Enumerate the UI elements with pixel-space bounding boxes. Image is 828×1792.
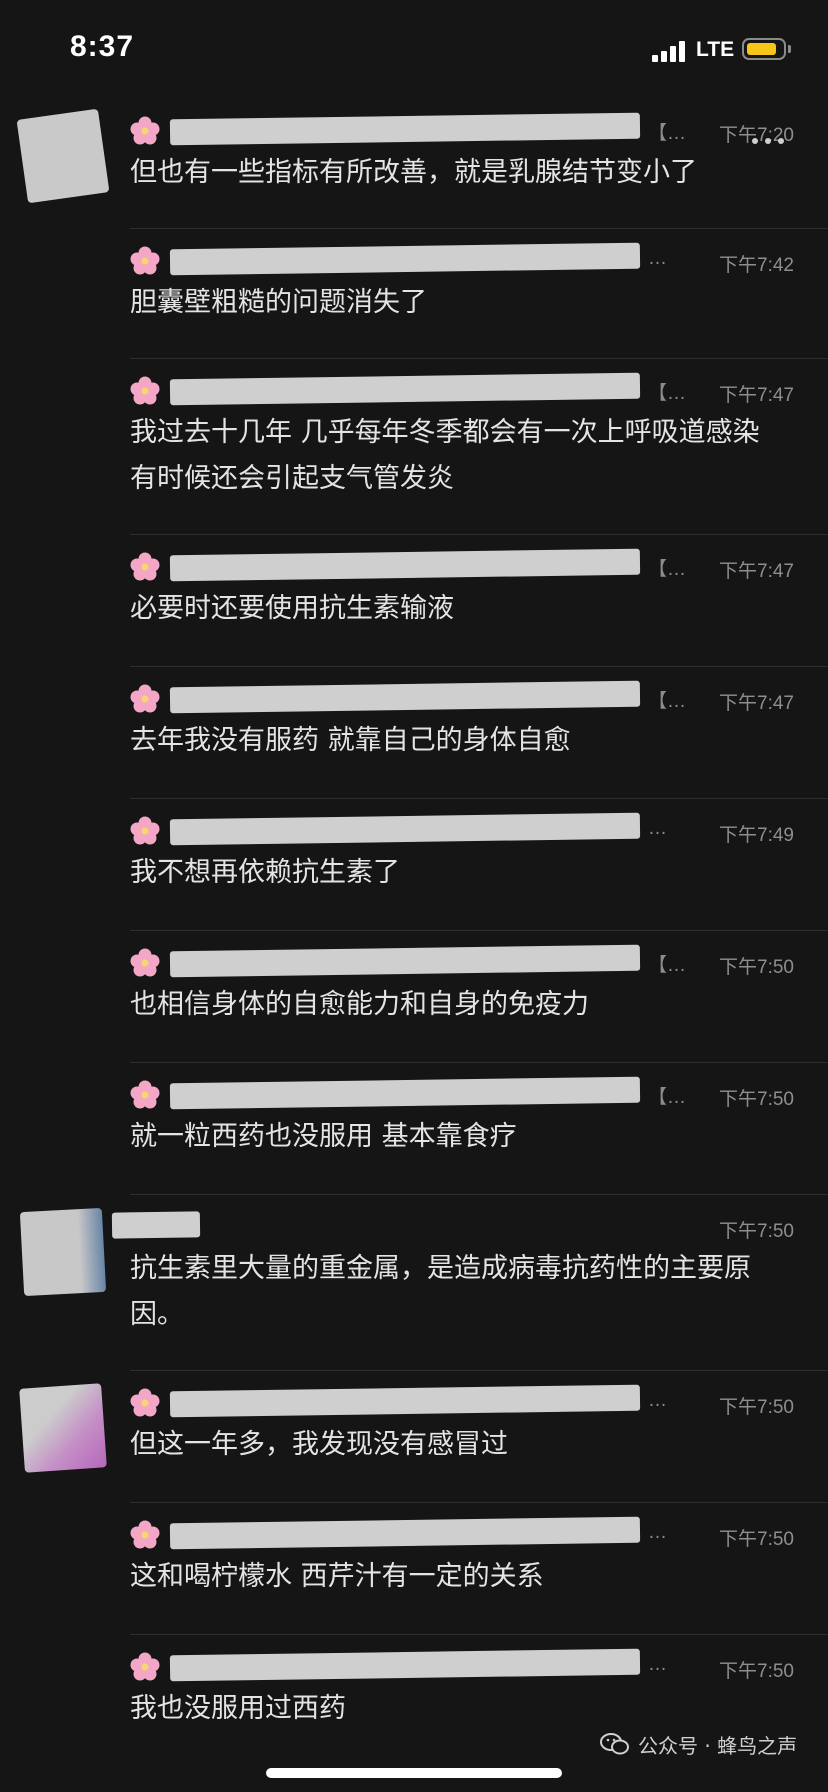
- cherry-blossom-icon: [130, 1520, 160, 1549]
- network-type: LTE: [696, 38, 735, 61]
- message-text: 我过去十几年 几乎每年冬季都会有一次上呼吸道感染 有时候还会引起支气管发炎: [130, 417, 760, 494]
- cellular-signal-icon: [652, 40, 688, 62]
- sender-name-redacted: [169, 1516, 641, 1550]
- cherry-blossom-icon: [130, 1388, 160, 1417]
- message-divider: [130, 1062, 828, 1063]
- message-divider: [130, 1502, 828, 1503]
- message-time: 下午7:50: [719, 957, 794, 978]
- message-divider: [130, 930, 828, 931]
- chat-message[interactable]: 【… 下午7:50 也相信身体的自愈能力和自身的免疫力: [0, 932, 828, 1064]
- status-bar: 8:37 LTE: [0, 0, 828, 100]
- more-options-icon[interactable]: [752, 138, 792, 148]
- message-divider: [130, 798, 828, 799]
- avatar[interactable]: [19, 1207, 107, 1297]
- message-time: 下午7:50: [719, 1221, 794, 1242]
- sender-name-redacted: [169, 372, 641, 406]
- chat-message[interactable]: … 下午7:50 但这一年多，我发现没有感冒过: [0, 1372, 828, 1504]
- message-divider: [130, 358, 828, 359]
- sender-name-suffix: …: [648, 818, 667, 839]
- sender-name-redacted: [169, 1384, 641, 1418]
- message-text: 这和喝柠檬水 西芹汁有一定的关系: [130, 1561, 544, 1592]
- message-divider: [130, 1634, 828, 1635]
- sender-name-suffix: …: [648, 1390, 667, 1411]
- message-time: 下午7:47: [719, 693, 794, 714]
- message-text: 必要时还要使用抗生素输液: [130, 593, 454, 624]
- message-time: 下午7:50: [719, 1529, 794, 1550]
- battery-icon: [742, 38, 786, 60]
- watermark-text: 公众号 · 蜂鸟之声: [638, 1734, 798, 1758]
- message-divider: [130, 666, 828, 667]
- message-time: 下午7:47: [719, 385, 794, 406]
- sender-name-redacted: [169, 944, 641, 978]
- wechat-icon: [600, 1733, 629, 1755]
- message-text: 也相信身体的自愈能力和自身的免疫力: [130, 989, 589, 1020]
- battery-level: [747, 43, 776, 55]
- sender-name-suffix: 【…: [648, 691, 687, 712]
- avatar[interactable]: [16, 108, 110, 204]
- message-text: 但这一年多，我发现没有感冒过: [130, 1429, 508, 1460]
- message-text: 就一粒西药也没服用 基本靠食疗: [130, 1121, 517, 1152]
- status-time: 8:37: [70, 30, 135, 63]
- sender-name-suffix: …: [648, 1522, 667, 1543]
- battery-cap: [788, 45, 791, 53]
- cherry-blossom-icon: [130, 1080, 160, 1109]
- cherry-blossom-icon: [130, 116, 160, 145]
- chat-message[interactable]: 【… 下午7:47 去年我没有服药 就靠自己的身体自愈: [0, 668, 828, 800]
- message-text: 但也有一些指标有所改善，就是乳腺结节变小了: [130, 157, 697, 188]
- message-text: 抗生素里大量的重金属，是造成病毒抗药性的主要原因。: [130, 1253, 751, 1330]
- sender-name-suffix: 【…: [648, 383, 687, 404]
- cherry-blossom-icon: [130, 816, 160, 845]
- cherry-blossom-icon: [130, 948, 160, 977]
- sender-name-suffix: 【…: [648, 559, 687, 580]
- message-time: 下午7:50: [719, 1661, 794, 1682]
- cherry-blossom-icon: [130, 246, 160, 275]
- sender-name-redacted: [169, 680, 641, 714]
- chat-message-list[interactable]: 【… 下午7:20 但也有一些指标有所改善，就是乳腺结节变小了 … 下午7:42…: [0, 100, 828, 1792]
- sender-name-redacted: [169, 1648, 641, 1682]
- chat-message[interactable]: 【… 下午7:50 就一粒西药也没服用 基本靠食疗: [0, 1064, 828, 1196]
- sender-name-suffix: …: [648, 1654, 667, 1675]
- chat-message[interactable]: … 下午7:49 我不想再依赖抗生素了: [0, 800, 828, 932]
- message-divider: [130, 1370, 828, 1371]
- chat-message[interactable]: 【… 下午7:20 但也有一些指标有所改善，就是乳腺结节变小了: [0, 100, 828, 230]
- chat-message[interactable]: … 下午7:42 胆囊壁粗糙的问题消失了: [0, 230, 828, 360]
- cherry-blossom-icon: [130, 684, 160, 713]
- cherry-blossom-icon: [130, 376, 160, 405]
- message-divider: [130, 534, 828, 535]
- chat-message[interactable]: 【… 下午7:47 必要时还要使用抗生素输液: [0, 536, 828, 668]
- avatar[interactable]: [19, 1383, 107, 1473]
- sender-name-redacted: [169, 548, 641, 582]
- sender-name-redacted: [169, 112, 641, 146]
- message-time: 下午7:42: [719, 255, 794, 276]
- sender-name-suffix: 【…: [648, 123, 687, 144]
- home-indicator[interactable]: [266, 1768, 562, 1778]
- message-divider: [130, 1194, 828, 1195]
- message-time: 下午7:47: [719, 561, 794, 582]
- sender-name-redacted: [169, 812, 641, 846]
- cherry-blossom-icon: [130, 1652, 160, 1681]
- message-divider: [130, 228, 828, 229]
- sender-name-suffix: 【…: [648, 955, 687, 976]
- message-text: 去年我没有服药 就靠自己的身体自愈: [130, 725, 571, 756]
- cherry-blossom-icon: [130, 552, 160, 581]
- message-text: 我不想再依赖抗生素了: [130, 857, 400, 888]
- sender-name-redacted: [169, 242, 641, 276]
- sender-name-suffix: 【…: [648, 1087, 687, 1108]
- message-text: 胆囊壁粗糙的问题消失了: [130, 287, 427, 318]
- message-time: 下午7:50: [719, 1397, 794, 1418]
- sender-name-redacted: [111, 1211, 201, 1239]
- sender-name-redacted: [169, 1076, 641, 1110]
- chat-message[interactable]: 下午7:50 抗生素里大量的重金属，是造成病毒抗药性的主要原因。: [0, 1196, 828, 1372]
- message-text: 我也没服用过西药: [130, 1693, 346, 1724]
- chat-message[interactable]: 【… 下午7:47 我过去十几年 几乎每年冬季都会有一次上呼吸道感染 有时候还会…: [0, 360, 828, 536]
- sender-name-suffix: …: [648, 248, 667, 269]
- chat-message[interactable]: … 下午7:50 这和喝柠檬水 西芹汁有一定的关系: [0, 1504, 828, 1636]
- message-time: 下午7:49: [719, 825, 794, 846]
- message-time: 下午7:50: [719, 1089, 794, 1110]
